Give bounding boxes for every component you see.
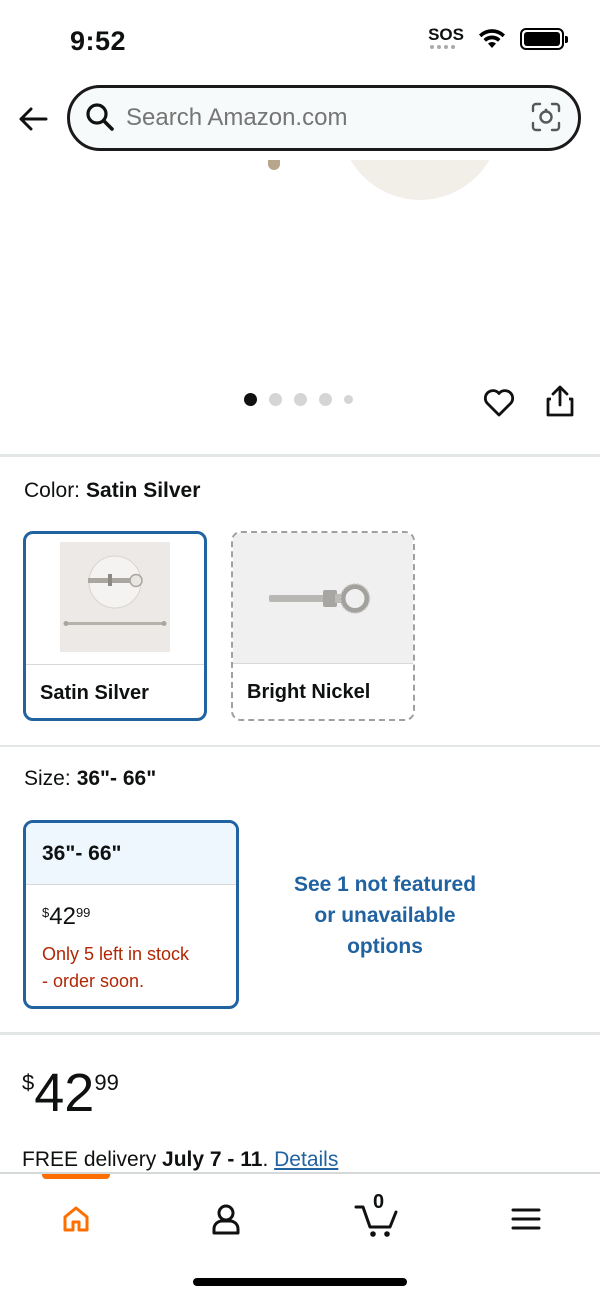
product-image-carousel[interactable] bbox=[0, 160, 600, 450]
cart-count-badge: 0 bbox=[373, 1191, 385, 1213]
see-options-line: or unavailable bbox=[314, 904, 456, 927]
color-selected-value: Satin Silver bbox=[86, 479, 201, 502]
delivery-separator: . bbox=[262, 1148, 269, 1171]
price-currency: $ bbox=[22, 1070, 35, 1095]
color-option-bright-nickel[interactable]: Bright Nickel bbox=[231, 531, 415, 721]
carousel-dot bbox=[319, 393, 332, 406]
size-label-text: Size: bbox=[24, 767, 71, 790]
heart-icon[interactable] bbox=[482, 386, 516, 420]
color-label-text: Color: bbox=[24, 479, 81, 502]
see-options-line: options bbox=[347, 935, 423, 958]
home-indicator bbox=[193, 1278, 407, 1286]
color-option-satin-silver[interactable]: Satin Silver bbox=[23, 531, 207, 721]
status-icons: SOS bbox=[428, 25, 568, 50]
sos-label: SOS bbox=[428, 25, 464, 44]
section-divider bbox=[0, 745, 600, 747]
size-option-title: 36"- 66" bbox=[42, 842, 122, 865]
size-label: Size: 36"- 66" bbox=[24, 767, 156, 791]
size-selected-value: 36"- 66" bbox=[76, 767, 157, 790]
tab-account[interactable] bbox=[186, 1194, 266, 1244]
sos-indicator: SOS bbox=[428, 25, 464, 49]
home-icon bbox=[63, 1206, 89, 1232]
stock-warning: Only 5 left in stock - order soon. bbox=[42, 941, 232, 995]
see-unavailable-options-link[interactable]: See 1 not featured or unavailable option… bbox=[270, 869, 500, 962]
camera-scan-icon[interactable] bbox=[530, 101, 562, 133]
tab-menu[interactable] bbox=[486, 1194, 566, 1244]
size-option-36-66[interactable]: 36"- 66" $4299 Only 5 left in stock - or… bbox=[23, 820, 239, 1009]
battery-icon bbox=[520, 28, 568, 50]
search-bar[interactable] bbox=[67, 85, 581, 151]
carousel-dots bbox=[244, 393, 353, 406]
section-divider bbox=[0, 1032, 600, 1035]
tab-home[interactable] bbox=[36, 1194, 116, 1244]
hamburger-menu-icon bbox=[511, 1208, 541, 1230]
status-time: 9:52 bbox=[70, 26, 127, 56]
delivery-details-link[interactable]: Details bbox=[274, 1148, 338, 1171]
price-cents: 99 bbox=[75, 905, 91, 920]
color-option-label: Bright Nickel bbox=[247, 681, 371, 703]
size-option-price: $4299 bbox=[42, 903, 90, 931]
search-icon bbox=[86, 103, 114, 131]
product-image-finial bbox=[268, 160, 280, 170]
carousel-dot bbox=[244, 393, 257, 406]
tab-cart[interactable]: 0 bbox=[336, 1191, 416, 1244]
share-icon[interactable] bbox=[544, 384, 576, 418]
wifi-icon bbox=[479, 29, 505, 48]
price-currency: $ bbox=[42, 905, 50, 920]
price-whole: 42 bbox=[34, 1063, 95, 1123]
account-icon bbox=[212, 1204, 240, 1235]
price-cents: 99 bbox=[94, 1070, 119, 1095]
price-whole: 42 bbox=[49, 903, 76, 930]
color-label: Color: Satin Silver bbox=[24, 479, 200, 503]
search-input[interactable] bbox=[126, 104, 506, 132]
stock-warning-line: - order soon. bbox=[42, 971, 145, 991]
carousel-dot bbox=[269, 393, 282, 406]
sos-dots bbox=[430, 45, 456, 49]
satin-silver-thumbnail bbox=[60, 542, 170, 652]
carousel-dot bbox=[344, 395, 353, 404]
color-option-label: Satin Silver bbox=[40, 682, 149, 704]
stock-warning-line: Only 5 left in stock bbox=[42, 944, 190, 964]
back-arrow-icon[interactable] bbox=[16, 102, 50, 136]
product-image-fragment bbox=[340, 160, 500, 200]
delivery-prefix: FREE delivery bbox=[22, 1148, 157, 1171]
size-option-header: 36"- 66" bbox=[26, 823, 236, 885]
carousel-dot bbox=[294, 393, 307, 406]
see-options-line: See 1 not featured bbox=[293, 873, 477, 896]
active-tab-indicator bbox=[42, 1174, 110, 1179]
delivery-date: July 7 - 11 bbox=[162, 1148, 263, 1171]
product-price: $4299 bbox=[22, 1062, 119, 1124]
section-divider bbox=[0, 454, 600, 457]
delivery-info: FREE delivery July 7 - 11. Details bbox=[22, 1148, 338, 1172]
status-bar: 9:52 SOS bbox=[0, 0, 600, 80]
bright-nickel-thumbnail bbox=[233, 533, 413, 663]
search-header bbox=[0, 80, 600, 160]
